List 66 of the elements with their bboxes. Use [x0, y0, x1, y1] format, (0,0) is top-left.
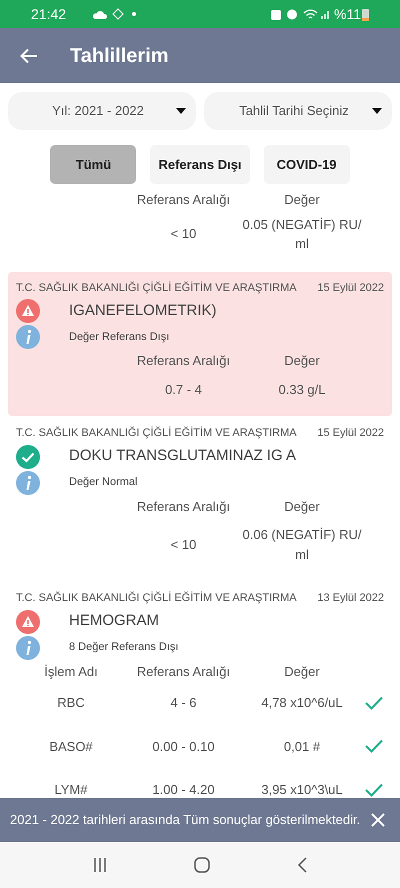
test-name: HEMOGRAM [69, 611, 159, 632]
result-date: 15 Eylül 2022 [317, 426, 384, 441]
column-header: Referans Aralığı [136, 352, 232, 370]
back-arrow-icon [20, 48, 38, 64]
result-item[interactable]: T.C. SAĞLIK BAKANLIĞI ÇİĞLİ EĞİTİM VE ARAŞTIRMA 15 Eylül 2022 DOKU TRANSGLUTAMINAZ IG A Değer Normal Referans Aralığı Değer < 10 0.06 (NEGATİF) RU/ ml [8, 417, 392, 581]
table-cell-text: LYM# [54, 781, 88, 798]
info-icon [16, 636, 40, 660]
column-header: Referans Aralığı [136, 191, 232, 209]
lab-name: T.C. SAĞLIK BAKANLIĞI ÇİĞLİ EĞİTİM VE ARAŞTIRMA [16, 590, 297, 606]
table-cell-text: 0.33 g/L [278, 380, 326, 399]
table-cell-text: 0.05 (NEGATİF) RU/ ml [242, 216, 362, 253]
recent-apps-button[interactable] [93, 858, 108, 872]
close-button[interactable] [371, 813, 385, 827]
column-header: Referans Aralığı [136, 662, 232, 681]
battery-icon [362, 8, 369, 20]
table-cell-text: RBC [56, 694, 86, 712]
filter-tab[interactable]: COVID-19 [264, 145, 350, 184]
home-icon [194, 857, 210, 873]
table-cell-text: 4 - 6 [169, 694, 198, 712]
home-button[interactable] [194, 857, 210, 873]
table-cell-text: 0.7 - 4 [164, 380, 203, 398]
dot-icon [132, 12, 136, 16]
table-cell-text: 4,78 x10^6/uL [260, 694, 344, 712]
caret-icon [176, 108, 186, 114]
dropdown[interactable]: Tahlil Tarihi Seçiniz [204, 92, 392, 130]
dropdown[interactable]: Yıl: 2021 - 2022 [8, 92, 196, 130]
back-nav-icon [296, 857, 307, 873]
table-cell-text: 3,95 x10^3\uL [260, 781, 344, 798]
column-header: Değer [283, 498, 321, 516]
table-cell-text: < 10 [170, 225, 198, 244]
caret-icon [372, 108, 382, 114]
filter-tab[interactable]: Tümü [50, 145, 136, 184]
info-icon [16, 325, 40, 349]
back-nav-button[interactable] [296, 857, 307, 873]
info-icon [16, 470, 40, 494]
result-note: Değer Referans Dışı [69, 330, 170, 345]
table-cell-text: 0,01 # [282, 738, 322, 756]
snackbar-message: 2021 - 2022 tarihleri arasında Tüm sonuçlar gösterilmektedir. [10, 811, 362, 830]
result-card[interactable]: T.C. SAĞLIK BAKANLIĞI ÇİĞLİ EĞİTİM VE ARAŞTIRMA 15 Eylül 2022 IGANEFELOMETRIK) Değer Referans Dışı Referans Aralığı Değer 0.7 - 4 0.33 g/L [8, 272, 392, 416]
close-icon [371, 813, 385, 827]
page-title: Tahlillerim [70, 44, 169, 68]
recent-apps-icon [93, 858, 108, 872]
test-name: IGANEFELOMETRIK) [69, 300, 217, 321]
table-cell-text: 1.00 - 4.20 [151, 781, 216, 798]
battery-level: %11 [334, 4, 361, 24]
column-header: Değer [283, 191, 321, 209]
cloud-icon [93, 10, 108, 18]
table-cell-text: 0.06 (NEGATİF) RU/ ml [242, 526, 362, 564]
result-date: 13 Eylül 2022 [317, 591, 384, 606]
result-date: 15 Eylül 2022 [317, 280, 384, 296]
column-header: İşlem Adı [43, 662, 99, 681]
result-note: Değer Normal [69, 475, 138, 490]
lab-name: T.C. SAĞLIK BAKANLIĞI ÇİĞLİ EĞİTİM VE ARAŞTIRMA [16, 280, 297, 296]
status-time: 21:42 [31, 4, 66, 24]
test-name: DOKU TRANSGLUTAMINAZ IG A [69, 446, 296, 466]
table-cell-text: < 10 [170, 536, 198, 554]
result-note: 8 Değer Referans Dışı [69, 640, 178, 656]
table-cell-text: BASO# [48, 738, 94, 756]
column-header: Değer [283, 662, 321, 681]
signal-icon [321, 9, 332, 19]
wifi-icon [303, 8, 318, 20]
table-cell-text: 0.00 - 0.10 [151, 738, 216, 756]
filter-tab[interactable]: Referans Dışı [150, 145, 250, 184]
column-header: Değer [283, 352, 321, 370]
lab-name: T.C. SAĞLIK BAKANLIĞI ÇİĞLİ EĞİTİM VE ARAŞTIRMA [16, 426, 297, 441]
column-header: Referans Aralığı [136, 498, 232, 516]
